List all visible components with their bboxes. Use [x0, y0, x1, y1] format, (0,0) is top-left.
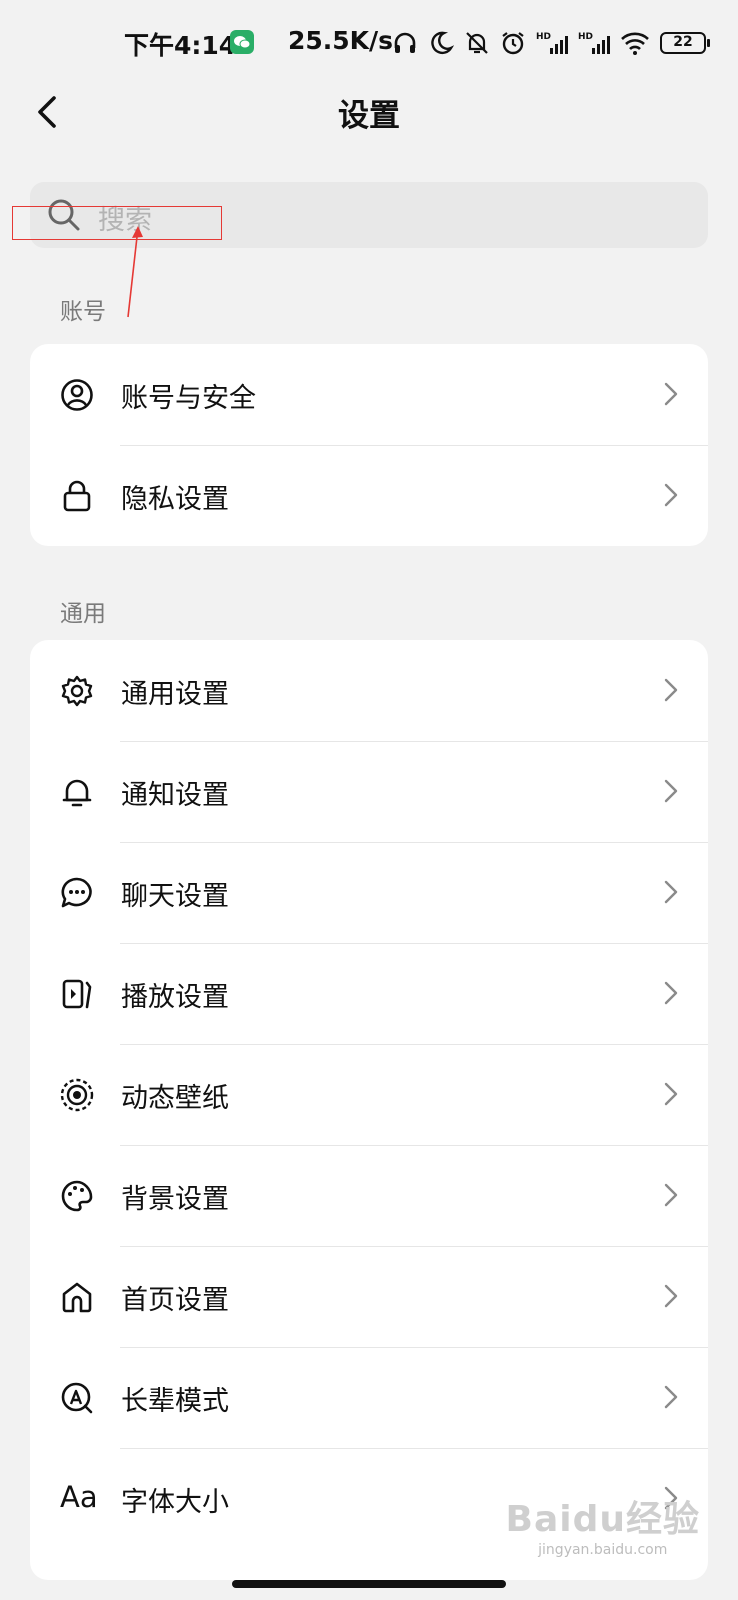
settings-item-privacy[interactable]: 隐私设置: [30, 445, 708, 546]
chevron-right-icon: [664, 382, 678, 410]
settings-item-label: 长辈模式: [121, 1386, 229, 1417]
bell-off-icon: [464, 30, 490, 56]
lock-icon: [60, 479, 94, 513]
svg-text:HD: HD: [578, 32, 593, 42]
settings-item-playback[interactable]: 播放设置: [30, 943, 708, 1044]
watermark-logo: Baidu经验: [505, 1499, 700, 1540]
settings-item-general[interactable]: 通用设置: [30, 640, 708, 741]
settings-item-notification[interactable]: 通知设置: [30, 741, 708, 842]
section-header-account: 账号: [60, 299, 106, 325]
chevron-right-icon: [664, 1082, 678, 1110]
settings-item-label: 字体大小: [121, 1487, 229, 1518]
general-card: 通用设置 通知设置 聊天设置 播放设置 动态壁纸 背景设置 首页设置 长辈模式 …: [30, 640, 708, 1580]
moon-icon: [428, 30, 454, 56]
user-circle-icon: [60, 378, 94, 412]
bell-icon: [60, 775, 94, 809]
chevron-right-icon: [664, 678, 678, 706]
page-title: 设置: [338, 98, 400, 134]
watermark-url: jingyan.baidu.com: [538, 1542, 668, 1558]
settings-item-label: 通用设置: [121, 679, 229, 710]
settings-item-elder-mode[interactable]: 长辈模式: [30, 1347, 708, 1448]
annotation-arrow: [127, 226, 143, 318]
status-bar: 下午4:14 25.5K/s HD HD 22: [0, 0, 738, 84]
hd-signal-icon: HD: [536, 30, 568, 56]
home-indicator[interactable]: [232, 1580, 506, 1588]
settings-item-live-wallpaper[interactable]: 动态壁纸: [30, 1044, 708, 1145]
wechat-icon: [230, 30, 254, 54]
settings-item-label: 动态壁纸: [121, 1083, 229, 1114]
chevron-right-icon: [664, 1284, 678, 1312]
svg-text:HD: HD: [536, 32, 551, 42]
network-speed: 25.5K/s: [288, 26, 394, 55]
annotation-highlight-box: [12, 206, 222, 240]
chevron-right-icon: [664, 1385, 678, 1413]
account-card: 账号与安全 隐私设置: [30, 344, 708, 546]
play-icon: [60, 977, 94, 1011]
chevron-right-icon: [664, 981, 678, 1009]
headphones-icon: [392, 30, 418, 56]
chevron-right-icon: [664, 483, 678, 511]
wifi-icon: [620, 30, 650, 56]
settings-item-label: 背景设置: [121, 1184, 229, 1215]
section-header-general: 通用: [60, 601, 106, 627]
status-icons: HD HD 22: [392, 28, 710, 58]
battery-icon: 22: [660, 32, 710, 54]
chevron-right-icon: [664, 1183, 678, 1211]
settings-item-account-security[interactable]: 账号与安全: [30, 344, 708, 445]
home-icon: [60, 1280, 94, 1314]
settings-item-label: 聊天设置: [121, 881, 229, 912]
settings-item-label: 通知设置: [121, 780, 229, 811]
settings-item-label: 播放设置: [121, 982, 229, 1013]
settings-item-homepage[interactable]: 首页设置: [30, 1246, 708, 1347]
settings-item-label: 账号与安全: [121, 383, 256, 414]
gear-icon: [60, 674, 94, 708]
chevron-right-icon: [664, 779, 678, 807]
palette-icon: [60, 1179, 94, 1213]
settings-item-label: 首页设置: [121, 1285, 229, 1316]
settings-item-chat[interactable]: 聊天设置: [30, 842, 708, 943]
settings-item-background[interactable]: 背景设置: [30, 1145, 708, 1246]
font-size-icon: Aa: [60, 1480, 98, 1514]
live-wallpaper-icon: [60, 1078, 94, 1112]
chevron-right-icon: [664, 880, 678, 908]
baidu-watermark: Baidu经验 jingyan.baidu.com: [506, 1490, 700, 1558]
settings-item-label: 隐私设置: [121, 484, 229, 515]
alarm-icon: [500, 30, 526, 56]
status-time: 下午4:14: [124, 31, 237, 60]
chat-bubble-icon: [60, 876, 94, 910]
hd-signal-icon: HD: [578, 30, 610, 56]
elder-mode-icon: [60, 1381, 94, 1415]
